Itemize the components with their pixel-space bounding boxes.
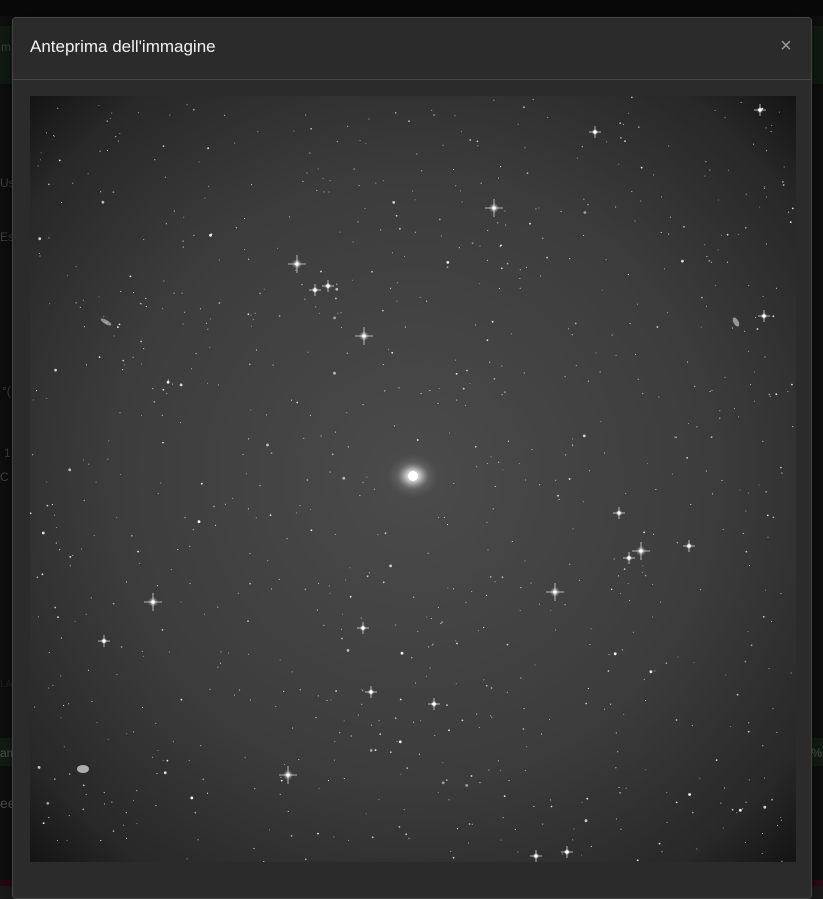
modal-title: Anteprima dell'immagine — [30, 37, 216, 56]
image-preview-modal: Anteprima dell'immagine × — [12, 17, 812, 899]
preview-image — [30, 96, 796, 862]
starfield-image — [30, 96, 796, 862]
close-icon: × — [780, 35, 792, 57]
comet-nucleus — [408, 471, 418, 481]
modal-header: Anteprima dell'immagine × — [13, 18, 811, 80]
modal-body — [13, 80, 811, 898]
close-button[interactable]: × — [775, 35, 797, 57]
